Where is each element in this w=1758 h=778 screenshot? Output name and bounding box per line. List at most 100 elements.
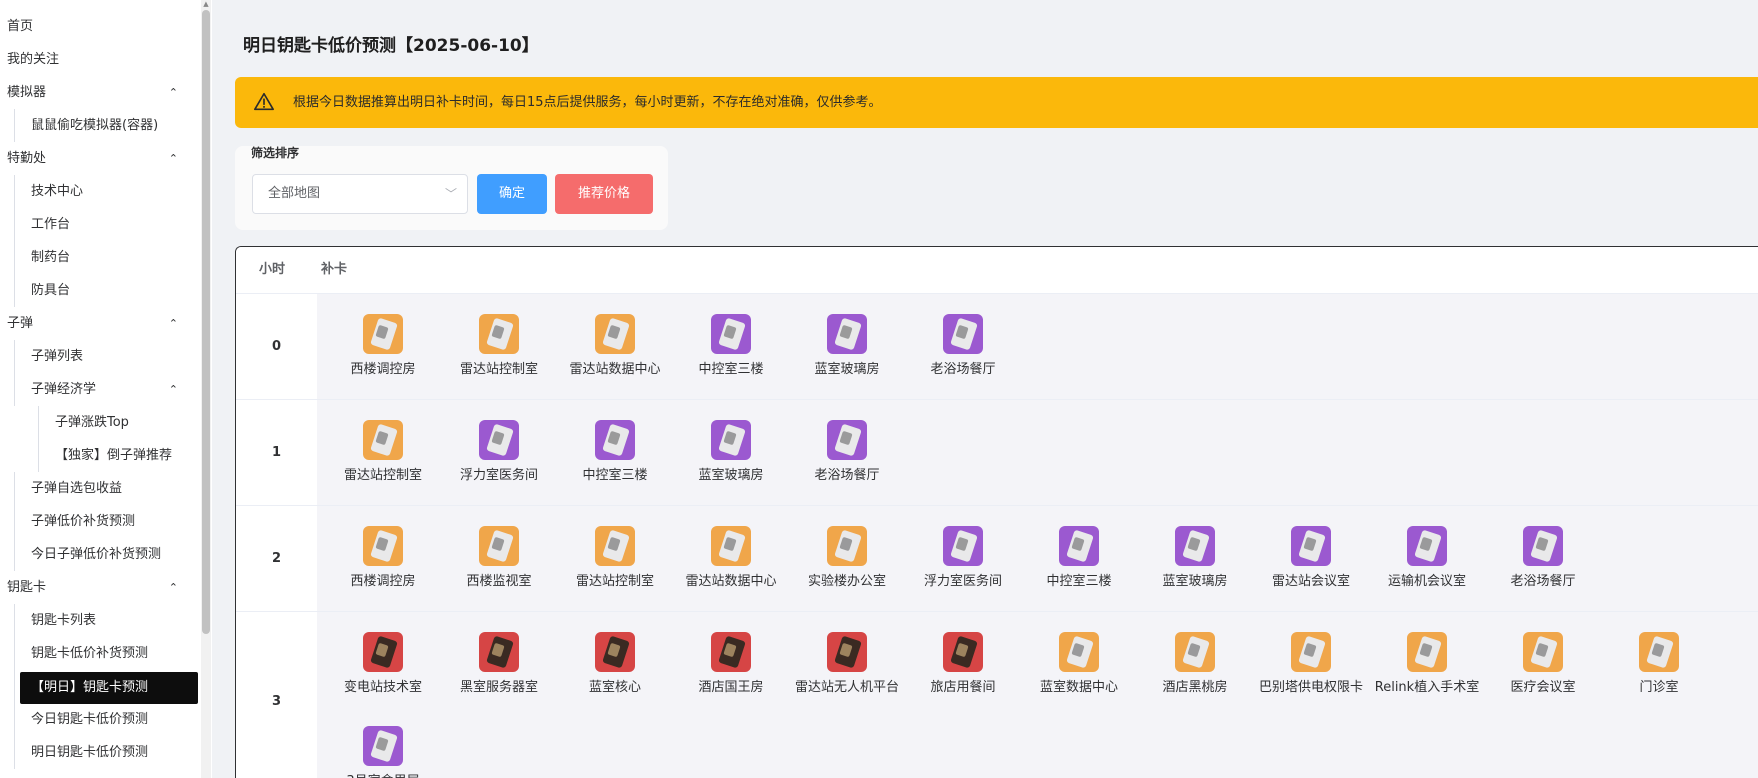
sidebar-item-12[interactable]: 子弹涨跌Top bbox=[0, 406, 200, 439]
keycard-icon bbox=[827, 632, 867, 672]
keycard-item[interactable]: 雷达站控制室 bbox=[325, 420, 441, 483]
sidebar-item-1[interactable]: 我的关注 bbox=[0, 43, 200, 76]
keycard-icon bbox=[595, 632, 635, 672]
keycard-item[interactable]: 老浴场餐厅 bbox=[905, 314, 1021, 377]
keycard-item[interactable]: 西楼监视室 bbox=[441, 526, 557, 589]
sidebar-item-label: 特勤处 bbox=[7, 151, 47, 166]
sidebar-item-7[interactable]: 制药台 bbox=[0, 241, 200, 274]
keycard-item[interactable]: 雷达站控制室 bbox=[557, 526, 673, 589]
keycard-icon bbox=[711, 526, 751, 566]
chevron-up-icon[interactable]: ⌃ bbox=[169, 307, 178, 340]
keycard-item[interactable]: 浮力室医务间 bbox=[441, 420, 557, 483]
sidebar-item-10[interactable]: 子弹列表 bbox=[0, 340, 200, 373]
scroll-up-arrow-icon[interactable]: ▲ bbox=[202, 0, 210, 8]
sidebar-item-15[interactable]: 子弹低价补货预测 bbox=[0, 505, 200, 538]
sidebar-item-17[interactable]: 钥匙卡 ⌃ bbox=[0, 571, 200, 604]
keycard-name: 黑室服务器室 bbox=[459, 680, 538, 695]
map-select[interactable]: 全部地图 ﹀ bbox=[252, 174, 468, 214]
keycard-item[interactable]: 蓝室玻璃房 bbox=[1137, 526, 1253, 589]
sidebar-item-label: 模拟器 bbox=[7, 85, 47, 100]
chevron-up-icon[interactable]: ⌃ bbox=[169, 571, 178, 604]
sidebar-item-label: 我的关注 bbox=[7, 52, 60, 67]
sidebar: 首页 我的关注 模拟器 ⌃ 鼠鼠偷吃模拟器(容器) 特勤处 ⌃ 技术中心 工作台 制药台 防具台 子弹… bbox=[0, 0, 212, 778]
sidebar-item-label: 钥匙卡列表 bbox=[31, 613, 97, 628]
keycard-item[interactable]: 中控室三楼 bbox=[673, 314, 789, 377]
recommend-price-button[interactable]: 推荐价格 bbox=[555, 174, 653, 214]
keycard-name: 酒店黑桃房 bbox=[1162, 680, 1228, 695]
table-header: 小时 补卡 bbox=[236, 247, 1758, 293]
keycard-item[interactable]: 雷达站控制室 bbox=[441, 314, 557, 377]
sidebar-item-label: 今日子弹低价补货预测 bbox=[31, 547, 162, 562]
sidebar-item-3[interactable]: 鼠鼠偷吃模拟器(容器) bbox=[0, 109, 200, 142]
sidebar-item-13[interactable]: 【独家】倒子弹推荐 bbox=[0, 439, 200, 472]
keycard-name: 雷达站无人机平台 bbox=[794, 680, 899, 695]
chevron-up-icon[interactable]: ⌃ bbox=[169, 142, 178, 175]
keycard-name: 雷达站控制室 bbox=[459, 362, 538, 377]
sidebar-item-label: 明日钥匙卡低价预测 bbox=[31, 745, 149, 760]
sidebar-item-2[interactable]: 模拟器 ⌃ bbox=[0, 76, 200, 109]
table-row: 1 雷达站控制室 浮力室医务间 中控室三楼 蓝室玻璃房 老浴场餐厅 bbox=[236, 399, 1758, 505]
keycard-item[interactable]: 西楼调控房 bbox=[325, 314, 441, 377]
sidebar-item-16[interactable]: 今日子弹低价补货预测 bbox=[0, 538, 200, 571]
sidebar-item-5[interactable]: 技术中心 bbox=[0, 175, 200, 208]
keycard-item[interactable]: 医疗会议室 bbox=[1485, 632, 1601, 695]
sidebar-item-20[interactable]: 【明日】钥匙卡预测 bbox=[0, 670, 200, 704]
sidebar-item-label: 首页 bbox=[7, 19, 34, 34]
keycard-item[interactable]: 蓝室玻璃房 bbox=[673, 420, 789, 483]
keycard-item[interactable]: 中控室三楼 bbox=[557, 420, 673, 483]
keycard-item[interactable]: 黑室服务器室 bbox=[441, 632, 557, 695]
keycard-item[interactable]: Relink植入手术室 bbox=[1369, 632, 1485, 695]
sidebar-item-9[interactable]: 子弹 ⌃ bbox=[0, 307, 200, 340]
keycard-item[interactable]: 酒店黑桃房 bbox=[1137, 632, 1253, 695]
keycard-icon bbox=[1291, 632, 1331, 672]
keycard-item[interactable]: 雷达站数据中心 bbox=[673, 526, 789, 589]
keycard-item[interactable]: 实验楼办公室 bbox=[789, 526, 905, 589]
sidebar-item-18[interactable]: 钥匙卡列表 bbox=[0, 604, 200, 637]
keycard-item[interactable]: 巴别塔供电权限卡 bbox=[1253, 632, 1369, 695]
keycard-name: 变电站技术室 bbox=[343, 680, 422, 695]
chevron-up-icon[interactable]: ⌃ bbox=[169, 373, 178, 406]
keycard-name: 巴别塔供电权限卡 bbox=[1258, 680, 1363, 695]
sidebar-item-11[interactable]: 子弹经济学 ⌃ bbox=[0, 373, 200, 406]
keycard-item[interactable]: 西楼调控房 bbox=[325, 526, 441, 589]
keycard-table: 小时 补卡 0 西楼调控房 雷达站控制室 雷达站数据中心 中控室三楼 蓝室玻璃房 老浴场餐厅… bbox=[235, 246, 1758, 778]
sidebar-item-4[interactable]: 特勤处 ⌃ bbox=[0, 142, 200, 175]
keycard-item[interactable]: 浮力室医务间 bbox=[905, 526, 1021, 589]
keycard-icon bbox=[827, 526, 867, 566]
keycard-item[interactable]: 中控室三楼 bbox=[1021, 526, 1137, 589]
keycard-item[interactable]: 门诊室 bbox=[1601, 632, 1717, 695]
keycard-item[interactable]: 酒店国王房 bbox=[673, 632, 789, 695]
keycard-item[interactable]: 蓝室核心 bbox=[557, 632, 673, 695]
keycard-item[interactable]: 变电站技术室 bbox=[325, 632, 441, 695]
chevron-up-icon[interactable]: ⌃ bbox=[169, 76, 178, 109]
sidebar-item-14[interactable]: 子弹自选包收益 bbox=[0, 472, 200, 505]
confirm-button[interactable]: 确定 bbox=[477, 174, 547, 214]
sidebar-item-0[interactable]: 首页 bbox=[0, 10, 200, 43]
sidebar-item-label: 【明日】钥匙卡预测 bbox=[20, 672, 198, 704]
keycard-icon bbox=[943, 632, 983, 672]
keycard-item[interactable]: 雷达站会议室 bbox=[1253, 526, 1369, 589]
sidebar-item-22[interactable]: 明日钥匙卡低价预测 bbox=[0, 736, 200, 769]
sidebar-scrollbar-thumb[interactable] bbox=[202, 10, 210, 634]
keycard-item[interactable]: 雷达站无人机平台 bbox=[789, 632, 905, 695]
table-row: 3 变电站技术室 黑室服务器室 蓝室核心 酒店国王房 雷达站无人机平台 旅店用餐间 蓝室数据中… bbox=[236, 611, 1758, 778]
keycard-item[interactable]: 雷达站数据中心 bbox=[557, 314, 673, 377]
keycard-icon bbox=[1059, 526, 1099, 566]
keycard-item[interactable]: 老浴场餐厅 bbox=[1485, 526, 1601, 589]
page-title: 明日钥匙卡低价预测【2025-06-10】 bbox=[243, 36, 539, 56]
keycard-name: 中控室三楼 bbox=[582, 468, 648, 483]
sidebar-item-6[interactable]: 工作台 bbox=[0, 208, 200, 241]
hour-cell: 3 bbox=[236, 612, 317, 778]
sidebar-item-19[interactable]: 钥匙卡低价补货预测 bbox=[0, 637, 200, 670]
sidebar-item-label: 技术中心 bbox=[31, 184, 84, 199]
keycard-item[interactable]: 运输机会议室 bbox=[1369, 526, 1485, 589]
keycard-item[interactable]: 老浴场餐厅 bbox=[789, 420, 905, 483]
keycard-name: 雷达站数据中心 bbox=[685, 574, 777, 589]
keycard-name: 蓝室玻璃房 bbox=[1162, 574, 1228, 589]
keycard-item[interactable]: 蓝室玻璃房 bbox=[789, 314, 905, 377]
keycard-item[interactable]: 3号宿舍里屋 bbox=[325, 726, 441, 778]
sidebar-item-21[interactable]: 今日钥匙卡低价预测 bbox=[0, 703, 200, 736]
keycard-item[interactable]: 旅店用餐间 bbox=[905, 632, 1021, 695]
keycard-item[interactable]: 蓝室数据中心 bbox=[1021, 632, 1137, 695]
sidebar-item-8[interactable]: 防具台 bbox=[0, 274, 200, 307]
